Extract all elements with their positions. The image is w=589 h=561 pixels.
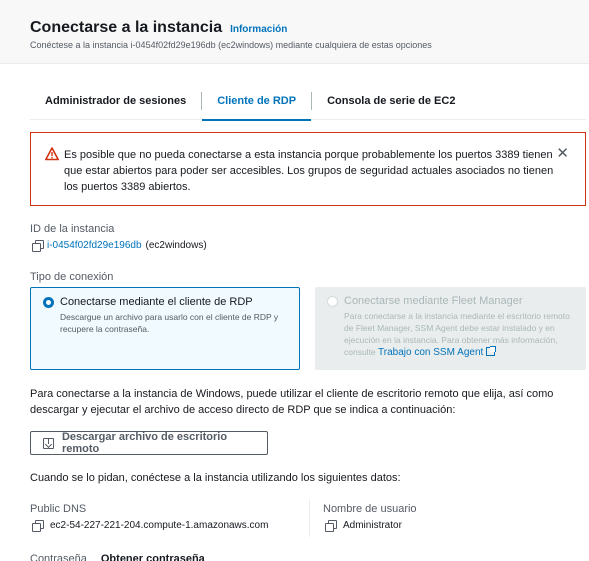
connection-tabs: Administrador de sesiones Cliente de RDP… bbox=[30, 82, 586, 121]
password-row: Contraseña Obtener contraseña bbox=[30, 553, 205, 561]
instance-id-value: i-0454f02fd29e196db (ec2windows) bbox=[32, 240, 207, 252]
username-value: Administrator bbox=[343, 520, 402, 531]
radio-selected[interactable] bbox=[43, 297, 54, 308]
page-subtitle: Conéctese a la instancia i-0454f02fd29e1… bbox=[30, 40, 432, 50]
warning-icon bbox=[45, 147, 59, 161]
option-title: Conectarse mediante el cliente de RDP bbox=[60, 296, 253, 308]
alert-message: Es posible que no pueda conectarse a est… bbox=[64, 149, 554, 193]
instance-name: (ec2windows) bbox=[145, 240, 207, 251]
info-link[interactable]: Información bbox=[230, 24, 287, 35]
tab-session-manager[interactable]: Administrador de sesiones bbox=[30, 82, 201, 120]
close-icon[interactable]: ✕ bbox=[556, 146, 569, 161]
copy-icon[interactable] bbox=[325, 520, 337, 532]
instance-id-label: ID de la instancia bbox=[30, 223, 115, 235]
instance-id-link[interactable]: i-0454f02fd29e196db bbox=[47, 240, 142, 251]
download-rdp-file-button[interactable]: Descargar archivo de escritorio remoto bbox=[30, 431, 268, 455]
copy-icon[interactable] bbox=[32, 240, 44, 252]
option-title: Conectarse mediante Fleet Manager bbox=[344, 295, 523, 307]
external-link-icon bbox=[486, 346, 497, 356]
credentials-intro: Cuando se lo pidan, conéctese a la insta… bbox=[30, 472, 401, 484]
radio-disabled bbox=[327, 296, 338, 307]
option-description: Descargue un archivo para usarlo con el … bbox=[60, 312, 279, 334]
download-icon bbox=[43, 437, 54, 449]
copy-icon[interactable] bbox=[32, 520, 44, 532]
public-dns-label: Public DNS bbox=[30, 503, 87, 515]
get-password-link[interactable]: Obtener contraseña bbox=[101, 553, 205, 561]
username-value-row: Administrator bbox=[325, 520, 402, 532]
download-button-label: Descargar archivo de escritorio remoto bbox=[61, 431, 228, 455]
column-divider bbox=[309, 499, 310, 537]
public-dns-value-row: ec2-54-227-221-204.compute-1.amazonaws.c… bbox=[32, 520, 269, 532]
title-row: Conectarse a la instancia Información bbox=[30, 19, 287, 37]
tab-ec2-serial-console[interactable]: Consola de serie de EC2 bbox=[312, 82, 470, 120]
page-header: Conectarse a la instancia Información Co… bbox=[0, 0, 589, 64]
connect-instance-page: Conectarse a la instancia Información Co… bbox=[0, 0, 589, 561]
rdp-instructions: Para conectarse a la instancia de Window… bbox=[30, 388, 554, 416]
option-fleet-manager: Conectarse mediante Fleet Manager Para c… bbox=[315, 287, 586, 370]
connection-type-label: Tipo de conexión bbox=[30, 271, 114, 283]
password-label: Contraseña bbox=[30, 553, 87, 561]
option-description: Para conectarse a la instancia mediante … bbox=[344, 310, 576, 359]
public-dns-value: ec2-54-227-221-204.compute-1.amazonaws.c… bbox=[50, 520, 269, 531]
username-label: Nombre de usuario bbox=[323, 503, 417, 515]
option-rdp-client[interactable]: Conectarse mediante el cliente de RDP De… bbox=[30, 287, 300, 370]
ssm-agent-link[interactable]: Trabajo con SSM Agent bbox=[378, 347, 483, 358]
tab-rdp-client[interactable]: Cliente de RDP bbox=[202, 82, 311, 121]
error-alert: Es posible que no pueda conectarse a est… bbox=[30, 132, 586, 206]
page-title: Conectarse a la instancia bbox=[30, 19, 223, 36]
